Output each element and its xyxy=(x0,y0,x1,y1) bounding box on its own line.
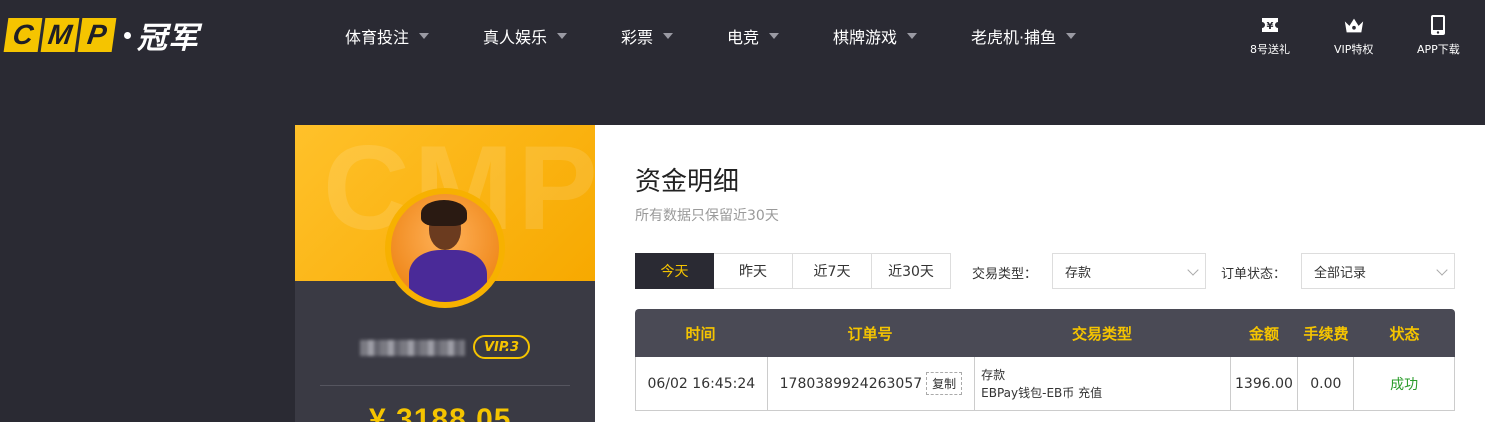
chevron-down-icon xyxy=(557,33,568,39)
transaction-type-value: 存款 xyxy=(1065,265,1092,281)
profile-panel: CMP VIP.3 ¥ 3188.05 xyxy=(295,125,595,422)
crown-icon xyxy=(1343,14,1365,36)
fund-details-panel: 资金明细 所有数据只保留近30天 今天 昨天 近7天 近30天 交易类型： 存款… xyxy=(595,125,1485,422)
main-nav: 体育投注 真人娱乐 彩票 电竞 棋牌游戏 老虎机·捕鱼 xyxy=(345,24,1091,48)
username-blurred xyxy=(360,340,465,356)
table-row: 06/02 16:45:24 1780389924263057 复制 存款 EB… xyxy=(635,357,1455,411)
cell-type: 存款 EBPay钱包-EB币 充值 xyxy=(974,357,1229,410)
quick-link-label: 8号送礼 xyxy=(1250,43,1290,56)
quick-link-vip[interactable]: VIP特权 xyxy=(1334,14,1373,57)
avatar-image xyxy=(391,194,499,302)
type-main: 存款 xyxy=(981,367,1006,382)
logo-letter-p: P xyxy=(77,18,117,52)
logo-chinese: 冠军 xyxy=(137,21,199,56)
vip-badge[interactable]: VIP.3 xyxy=(473,335,530,359)
logo-dot xyxy=(124,31,131,39)
avatar[interactable] xyxy=(385,188,505,308)
cell-order-no: 1780389924263057 复制 xyxy=(766,357,974,410)
svg-text:¥: ¥ xyxy=(1267,21,1274,32)
phone-icon xyxy=(1427,14,1449,36)
type-sub: EBPay钱包-EB币 充值 xyxy=(981,385,1103,400)
nav-label: 彩票 xyxy=(621,28,654,47)
column-header-time: 时间 xyxy=(685,324,716,343)
nav-item-esports[interactable]: 电竞 xyxy=(727,24,833,48)
transaction-type-label: 交易类型： xyxy=(972,267,1038,282)
chevron-down-icon xyxy=(663,33,674,39)
nav-label: 电竞 xyxy=(727,28,760,47)
page-subtitle: 所有数据只保留近30天 xyxy=(635,208,779,224)
transactions-table: 时间 订单号 交易类型 金额 手续费 状态 06/02 16:45:24 178… xyxy=(635,309,1455,411)
quick-link-label: VIP特权 xyxy=(1334,43,1374,56)
page-title: 资金明细 xyxy=(635,167,740,197)
column-header-type: 交易类型 xyxy=(1071,324,1132,343)
column-header-fee: 手续费 xyxy=(1303,324,1349,343)
chevron-down-icon xyxy=(419,33,430,39)
table-header: 时间 订单号 交易类型 金额 手续费 状态 xyxy=(635,309,1455,357)
chevron-down-icon xyxy=(907,33,918,39)
nav-label: 棋牌游戏 xyxy=(833,28,898,47)
nav-label: 体育投注 xyxy=(345,28,410,47)
tab-today[interactable]: 今天 xyxy=(635,253,714,289)
chevron-down-icon xyxy=(769,33,780,39)
logo-letter-m: M xyxy=(40,18,80,52)
nav-item-live-casino[interactable]: 真人娱乐 xyxy=(483,24,621,48)
nav-item-sports[interactable]: 体育投注 xyxy=(345,24,483,48)
column-header-order-no: 订单号 xyxy=(847,324,893,343)
order-status-value: 全部记录 xyxy=(1314,265,1367,281)
top-navbar: C M P 冠军 体育投注 真人娱乐 彩票 电竞 棋牌游戏 老虎机·捕鱼 ¥ 8… xyxy=(0,0,1485,70)
quick-link-label: APP下载 xyxy=(1417,43,1460,56)
profile-divider xyxy=(320,385,570,386)
chevron-down-icon xyxy=(1066,33,1077,39)
copy-button[interactable]: 复制 xyxy=(926,372,963,395)
order-number: 1780389924263057 xyxy=(779,375,923,392)
order-status-select[interactable]: 全部记录 xyxy=(1301,253,1455,289)
cell-status: 成功 xyxy=(1353,357,1454,410)
cell-time: 06/02 16:45:24 xyxy=(647,375,756,392)
nav-label: 真人娱乐 xyxy=(483,28,548,47)
order-status-label: 订单状态： xyxy=(1221,267,1287,282)
nav-label: 老虎机·捕鱼 xyxy=(971,28,1057,47)
date-range-tabs: 今天 昨天 近7天 近30天 xyxy=(635,253,951,289)
logo-letter-c: C xyxy=(3,18,43,52)
column-header-amount: 金额 xyxy=(1248,324,1279,343)
tab-last-7-days[interactable]: 近7天 xyxy=(793,253,872,289)
transaction-type-select[interactable]: 存款 xyxy=(1052,253,1206,289)
cmp-logo[interactable]: C M P 冠军 xyxy=(3,16,199,56)
cell-amount: 1396.00 xyxy=(1229,357,1298,410)
tab-yesterday[interactable]: 昨天 xyxy=(714,253,793,289)
tab-last-30-days[interactable]: 近30天 xyxy=(872,253,951,289)
chevron-down-icon xyxy=(1187,264,1199,276)
nav-item-card-games[interactable]: 棋牌游戏 xyxy=(833,24,971,48)
quick-link-app[interactable]: APP下载 xyxy=(1417,14,1460,57)
nav-item-slots-fishing[interactable]: 老虎机·捕鱼 xyxy=(971,24,1091,48)
ticket-yen-icon: ¥ xyxy=(1259,14,1281,36)
balance-amount: ¥ 3188.05 xyxy=(369,403,512,422)
chevron-down-icon xyxy=(1436,264,1448,276)
nav-item-lottery[interactable]: 彩票 xyxy=(621,24,727,48)
column-header-status: 状态 xyxy=(1389,324,1420,343)
quick-link-gift[interactable]: ¥ 8号送礼 xyxy=(1250,14,1290,57)
cell-fee: 0.00 xyxy=(1297,357,1353,410)
